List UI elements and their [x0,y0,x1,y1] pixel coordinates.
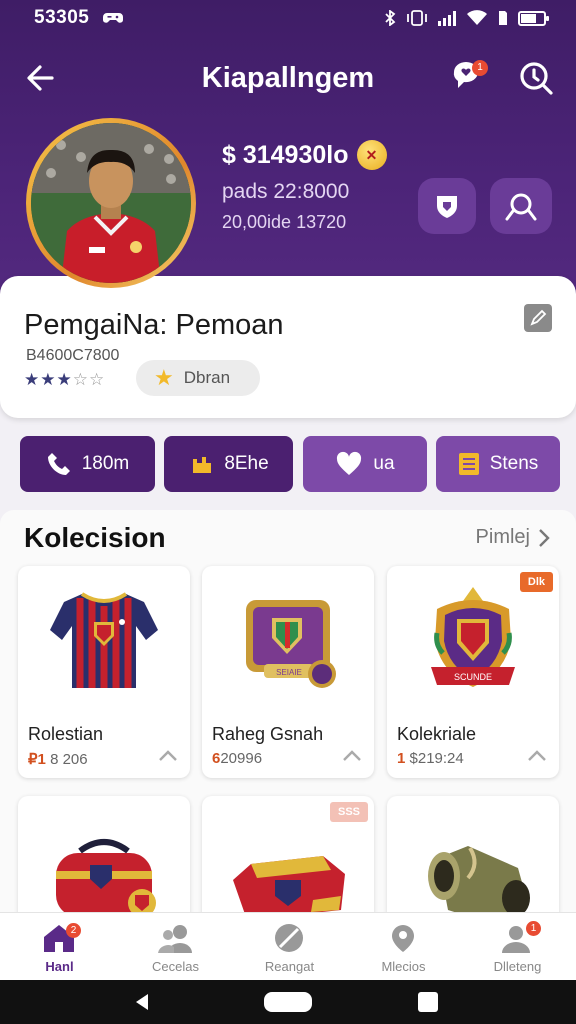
balance-value: $ 314930lo [222,140,349,169]
badge-frame-icon: SEIAIE [202,576,374,706]
vibrate-icon [407,10,427,26]
search-icon [520,62,553,95]
shield-button[interactable] [418,178,476,234]
profile-card: PemgaiNa: Pemoan B4600C7800 ★ ★ ★ ☆ ☆ ★ Dbra… [0,276,576,418]
nav-badge: 1 [526,921,541,936]
status-bar: 53305 [0,0,576,36]
action-button-stens[interactable]: Stens [436,436,560,492]
collection-card[interactable]: Rolestian ₽1 8 206 [18,566,190,778]
player-id: B4600C7800 [26,347,120,364]
stat-line-2: 20,00ide 13720 [222,212,347,232]
person-pin-icon [392,925,414,952]
collection-card[interactable]: SEIAIE Raheg Gsnah 620996 [202,566,374,778]
stats-icon [191,457,212,473]
ball-icon [275,924,303,952]
rating-stars: ★ ★ ★ ☆ ☆ [24,370,104,390]
action-label: 8Ehe [224,453,269,474]
collection-section: Kolecision Pimlej Rolestian ₽1 8 206 SEI… [0,510,576,936]
signal-icon [438,10,456,26]
see-all-label: Pimlej [475,526,530,548]
star-filled-icon: ★ [56,370,72,389]
rank-badge-label: Dbran [183,368,231,387]
nav-badge: 2 [66,923,81,938]
notification-badge: 1 [472,60,488,76]
system-nav-bar [0,980,576,1024]
status-time: 53305 [34,7,90,28]
shield-icon [437,196,457,218]
heart-icon [337,451,362,475]
nav-label: Hanl [45,959,74,974]
player-portrait-icon [31,123,191,283]
card-name: Rolestian [28,724,104,744]
nav-label: Dlleteng [493,959,542,974]
card-tag: SSS [329,802,368,822]
chevron-up-icon[interactable] [342,748,362,762]
action-button-calls[interactable]: 180m [20,436,155,492]
search-button[interactable] [516,58,556,98]
star-empty-icon: ☆ [89,370,105,389]
bluetooth-icon [385,10,396,26]
star-empty-icon: ☆ [72,370,88,389]
scout-button[interactable] [490,178,552,234]
notifications-button[interactable]: 1 [448,58,488,98]
nav-label: Mlecios [381,959,426,974]
coin-icon: ✕ [356,140,387,170]
chevron-right-icon [539,528,550,547]
card-price: ₽1 8 206 [28,751,88,768]
card-name: Raheg Gsnah [212,724,324,744]
edit-icon [530,309,547,326]
action-button-stats[interactable]: 8Ehe [164,436,293,492]
home-pill-button[interactable] [264,992,312,1012]
rank-badge[interactable]: ★ Dbran [136,360,260,396]
svg-text:SEIAIE: SEIAIE [276,668,302,677]
action-label: Stens [489,453,539,474]
star-filled-icon: ★ [40,370,56,389]
magnifier-icon [505,193,537,221]
chevron-up-icon[interactable] [527,748,547,762]
see-all-link[interactable]: Pimlej [476,526,550,549]
bottom-nav: 2 Hanl Cecelas Reangat Mlecios 1 Dlleten… [0,912,576,980]
recents-button[interactable] [418,992,438,1012]
nav-item-mlecios[interactable]: Mlecios [346,913,461,981]
player-photo [31,123,191,283]
jersey-icon [18,576,190,706]
collection-card[interactable]: Dlk SCUNDE Kolekriale 1 $219:24 [387,566,559,778]
nav-label: Cecelas [152,959,199,974]
balance: $ 314930lo ✕ [222,140,387,170]
svg-text:SCUNDE: SCUNDE [454,672,492,682]
people-icon [158,925,192,953]
stat-line-1: pads 22:8000 [222,180,350,203]
list-icon [458,453,479,475]
star-filled-icon: ★ [24,370,40,389]
emblem-icon: SCUNDE [387,576,559,706]
player-name: PemgaiNa: Pemoan [24,309,284,341]
star-icon: ★ [154,365,174,390]
action-row: 180m 8Ehe ua Stens [0,436,576,492]
app-bar: Kiapallngem 1 [0,50,576,106]
edit-button[interactable] [524,304,552,332]
wifi-icon [467,10,487,25]
page-title: Kiapallngem [201,62,375,94]
card-price: 620996 [212,750,263,767]
card-name: Kolekriale [397,724,477,744]
avatar[interactable] [26,118,196,288]
section-title: Kolecision [24,522,166,553]
nav-item-cecelas[interactable]: Cecelas [118,913,233,981]
nav-item-reangat[interactable]: Reangat [232,913,347,981]
nav-item-home[interactable]: 2 Hanl [2,913,117,981]
phone-icon [47,453,70,475]
battery-icon [518,10,549,26]
action-label: 180m [81,453,130,474]
nav-label: Reangat [264,959,315,974]
nav-item-dlleteng[interactable]: 1 Dlleteng [460,913,575,981]
card-price: 1 $219:24 [397,750,464,767]
sim-icon [499,11,507,25]
action-button-favorite[interactable]: ua [303,436,427,492]
action-label: ua [373,453,395,474]
chevron-up-icon[interactable] [158,748,178,762]
back-triangle-icon[interactable] [132,992,152,1012]
gamepad-icon [103,13,124,23]
